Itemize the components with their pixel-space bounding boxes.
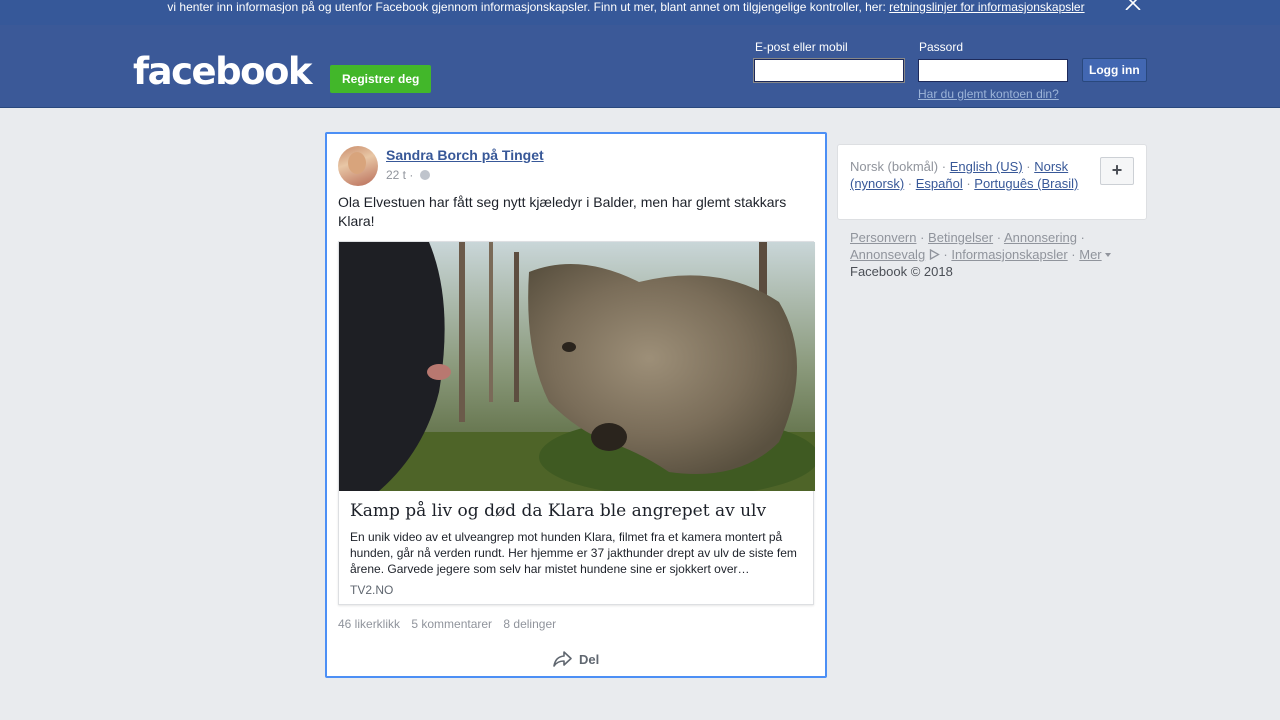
- cookie-banner: vi henter inn informasjon på og utenfor …: [0, 0, 1280, 25]
- footer: Personvern · Betingelser · Annonsering ·…: [850, 229, 1140, 280]
- share-icon: [553, 651, 572, 667]
- footer-link-more[interactable]: Mer: [1079, 247, 1101, 262]
- copyright: Facebook © 2018: [850, 264, 953, 279]
- link-description: En unik video av et ulveangrep mot hunde…: [350, 530, 797, 576]
- ad-choices-icon: [929, 248, 940, 261]
- avatar[interactable]: [338, 146, 378, 186]
- post-card: Sandra Borch på Tinget 22 t · Ola Elvest…: [325, 132, 827, 678]
- likes-count[interactable]: 46 likerklikk: [338, 617, 400, 631]
- post-author[interactable]: Sandra Borch på Tinget: [386, 147, 544, 163]
- more-languages-button[interactable]: +: [1100, 157, 1134, 185]
- register-button[interactable]: Registrer deg: [330, 65, 432, 93]
- forgot-account-link[interactable]: Har du glemt kontoen din?: [918, 87, 1059, 101]
- footer-link-privacy[interactable]: Personvern: [850, 230, 916, 245]
- post-time[interactable]: 22 t ·: [386, 168, 413, 182]
- caret-down-icon: [1105, 253, 1112, 257]
- share-button[interactable]: Del: [553, 648, 599, 670]
- link-preview-image[interactable]: [339, 242, 815, 491]
- shares-count[interactable]: 8 delinger: [503, 617, 556, 631]
- share-label: Del: [579, 651, 600, 667]
- cookie-policy-link[interactable]: retningslinjer for informasjonskapsler: [889, 0, 1084, 14]
- globe-icon: [419, 170, 430, 180]
- post-meta: 22 t ·: [386, 168, 430, 182]
- email-label: E-post eller mobil: [755, 40, 848, 54]
- password-field[interactable]: [918, 59, 1068, 82]
- link-preview[interactable]: Kamp på liv og død da Klara ble angrepet…: [338, 241, 815, 605]
- language-option[interactable]: Español: [916, 176, 963, 191]
- footer-link-ad-choices[interactable]: Annonsevalg: [850, 247, 925, 262]
- link-title[interactable]: Kamp på liv og død da Klara ble angrepet…: [350, 501, 804, 521]
- password-label: Passord: [919, 40, 964, 54]
- language-list: Norsk (bokmål) · English (US) · Norsk (n…: [850, 159, 1079, 191]
- facebook-logo[interactable]: facebook: [133, 51, 313, 93]
- post-text: Ola Elvestuen har fått seg nytt kjæledyr…: [338, 194, 787, 229]
- language-option[interactable]: English (US): [950, 159, 1023, 174]
- close-icon[interactable]: [1124, 0, 1142, 10]
- language-option[interactable]: Português (Brasil): [974, 176, 1078, 191]
- email-field[interactable]: [753, 58, 905, 83]
- login-button[interactable]: Logg inn: [1082, 58, 1147, 82]
- top-bar: facebook Registrer deg E-post eller mobi…: [0, 25, 1280, 108]
- link-domain: TV2.NO: [350, 583, 394, 597]
- post-stats: 46 likerklikk 5 kommentarer 8 delinger: [338, 617, 564, 631]
- language-selector: Norsk (bokmål) · English (US) · Norsk (n…: [837, 144, 1147, 220]
- cookie-banner-text: vi henter inn informasjon på og utenfor …: [167, 0, 886, 14]
- comments-count[interactable]: 5 kommentarer: [411, 617, 492, 631]
- footer-link-terms[interactable]: Betingelser: [928, 230, 993, 245]
- footer-link-cookies[interactable]: Informasjonskapsler: [951, 247, 1067, 262]
- footer-link-advertising[interactable]: Annonsering: [1004, 230, 1077, 245]
- cookie-banner-text-row: vi henter inn informasjon på og utenfor …: [0, 0, 1252, 14]
- language-current: Norsk (bokmål): [850, 159, 939, 174]
